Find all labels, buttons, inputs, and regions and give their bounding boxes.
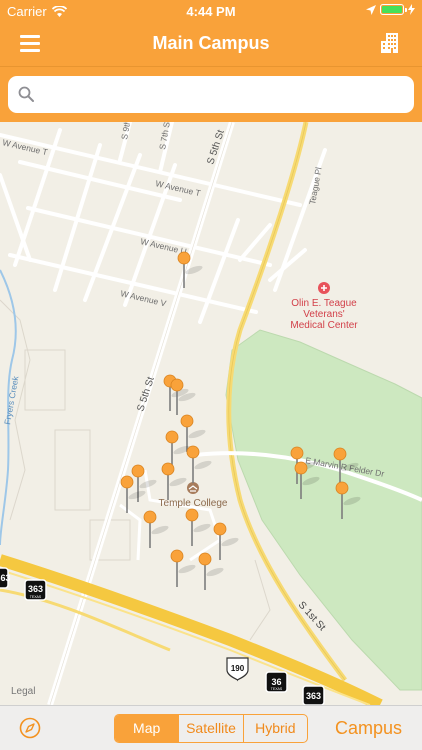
status-bar: Carrier 4:44 PM [0, 0, 422, 22]
park-area [225, 329, 422, 691]
svg-text:36: 36 [271, 677, 281, 687]
map-pin[interactable] [170, 549, 196, 587]
shield-363-edge: 363 [0, 567, 11, 589]
street-label-s9th: S 9th [119, 122, 132, 140]
map-canvas[interactable]: S 9th S 7th St S 5th St W Avenue T W Ave… [0, 122, 422, 705]
legal-link[interactable]: Legal [11, 686, 35, 697]
svg-text:Temple College: Temple College [159, 498, 228, 509]
svg-text:190: 190 [231, 664, 245, 673]
map-pin[interactable] [143, 510, 169, 548]
shield-190: 190 [226, 657, 249, 682]
svg-text:363: 363 [0, 573, 11, 583]
navigation-bar: Main Campus [0, 22, 422, 66]
college-poi[interactable]: Temple College [159, 482, 228, 509]
battery-icon [380, 4, 407, 15]
tab-hybrid[interactable]: Hybrid [242, 715, 307, 742]
charging-icon [408, 4, 415, 15]
campus-button[interactable]: Campus [335, 718, 402, 739]
bottom-toolbar: Map Satellite Hybrid Campus [0, 705, 422, 750]
creek-label: Fryers Creek [2, 375, 21, 426]
street-label-s5th-bottom: S 5th St [135, 375, 157, 412]
shield-363-right: 363 [302, 685, 325, 705]
page-title: Main Campus [152, 33, 270, 53]
map-type-selector[interactable]: Map Satellite Hybrid [114, 714, 308, 743]
svg-text:TEXAS: TEXAS [30, 595, 42, 599]
hospital-poi[interactable]: Olin E. Teague Veterans' Medical Center [290, 282, 358, 331]
svg-text:Olin E. Teague: Olin E. Teague [291, 298, 357, 309]
shield-36: 36 TEXAS [265, 671, 288, 693]
svg-text:363: 363 [28, 584, 43, 594]
map-pin[interactable] [186, 445, 212, 483]
svg-text:Medical Center: Medical Center [290, 320, 358, 331]
svg-text:TEXAS: TEXAS [271, 687, 283, 691]
map-pin[interactable] [185, 508, 211, 546]
search-input[interactable] [42, 76, 402, 113]
tab-map[interactable]: Map [115, 715, 179, 742]
location-arrow-icon [366, 4, 376, 15]
svg-text:Veterans': Veterans' [303, 309, 344, 320]
search-field[interactable] [8, 76, 414, 113]
street-label-teague: Teague Pl [307, 166, 323, 205]
tab-satellite[interactable]: Satellite [178, 715, 242, 742]
svg-text:363: 363 [306, 691, 321, 701]
map-view[interactable]: S 9th S 7th St S 5th St W Avenue T W Ave… [0, 122, 422, 705]
map-pin[interactable] [161, 462, 187, 500]
status-right [366, 4, 415, 15]
search-bar [0, 66, 422, 122]
shield-363-left: 363 TEXAS [24, 579, 47, 601]
building-icon[interactable] [380, 32, 402, 54]
status-time: 4:44 PM [186, 4, 236, 19]
compass-icon[interactable] [19, 717, 41, 739]
search-icon [18, 86, 34, 102]
